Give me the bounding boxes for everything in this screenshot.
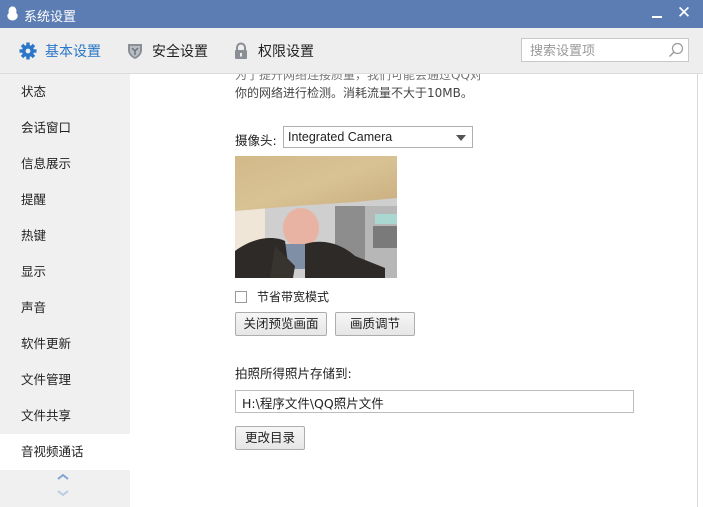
description-line-1: 为了提升网络连接质量，我们可能会通过QQ对 xyxy=(235,74,482,82)
qq-penguin-icon xyxy=(7,6,18,21)
network-test-description: 为了提升网络连接质量，我们可能会通过QQ对 你的网络进行检测。消耗流量不大于10… xyxy=(235,74,482,102)
sidebar-item-display[interactable]: 显示 xyxy=(0,254,130,290)
gear-icon xyxy=(19,42,37,60)
sidebar-item-sound[interactable]: 声音 xyxy=(0,290,130,326)
sidebar-item-status[interactable]: 状态 xyxy=(0,74,130,110)
title-bar: 系统设置 ✕ xyxy=(0,0,703,28)
lock-icon xyxy=(235,42,247,59)
sidebar-scroll-controls xyxy=(56,472,72,498)
settings-sidebar: 状态 会话窗口 信息展示 提醒 热键 显示 声音 软件更新 文件管理 文件共享 … xyxy=(0,74,130,507)
tab-security-settings[interactable]: 安全设置 xyxy=(126,41,208,61)
camera-selected-value: Integrated Camera xyxy=(288,130,393,144)
photo-save-location-label: 拍照所得照片存储到: xyxy=(235,366,352,381)
close-button[interactable]: ✕ xyxy=(674,2,694,24)
camera-select[interactable]: Integrated Camera xyxy=(283,126,473,148)
close-preview-button[interactable]: 关闭预览画面 xyxy=(235,312,327,336)
tab-basic-settings[interactable]: 基本设置 xyxy=(19,41,101,61)
search-icon[interactable] xyxy=(668,42,684,58)
photo-save-path-field[interactable] xyxy=(235,390,634,413)
tab-label: 安全设置 xyxy=(152,44,208,60)
tab-label: 权限设置 xyxy=(258,44,314,60)
photo-save-path-input[interactable] xyxy=(240,392,624,413)
bandwidth-saving-option[interactable]: 节省带宽模式 xyxy=(235,288,329,305)
camera-preview xyxy=(235,156,397,278)
av-call-settings-panel: 为了提升网络连接质量，我们可能会通过QQ对 你的网络进行检测。消耗流量不大于10… xyxy=(130,74,696,507)
description-line-2: 你的网络进行检测。消耗流量不大于10MB。 xyxy=(235,86,473,100)
change-directory-button[interactable]: 更改目录 xyxy=(235,426,305,450)
sidebar-item-software-update[interactable]: 软件更新 xyxy=(0,326,130,362)
shield-icon xyxy=(128,44,142,59)
dropdown-caret-icon xyxy=(456,135,466,141)
settings-search-box[interactable] xyxy=(521,38,689,62)
chevron-up-icon[interactable] xyxy=(56,472,70,482)
sidebar-item-hotkeys[interactable]: 热键 xyxy=(0,218,130,254)
sidebar-item-reminders[interactable]: 提醒 xyxy=(0,182,130,218)
minimize-button[interactable] xyxy=(648,4,666,24)
bandwidth-saving-label: 节省带宽模式 xyxy=(257,290,330,304)
quality-adjust-button[interactable]: 画质调节 xyxy=(335,312,415,336)
tab-permission-settings[interactable]: 权限设置 xyxy=(232,41,314,61)
window-title: 系统设置 xyxy=(24,10,77,25)
sidebar-item-file-sharing[interactable]: 文件共享 xyxy=(0,398,130,434)
settings-search-input[interactable] xyxy=(528,40,672,62)
chevron-down-icon[interactable] xyxy=(56,488,70,498)
close-icon: ✕ xyxy=(676,3,692,23)
settings-tabs-bar: 基本设置 安全设置 权限设置 xyxy=(0,28,703,74)
tab-label: 基本设置 xyxy=(45,44,101,60)
sidebar-item-info-display[interactable]: 信息展示 xyxy=(0,146,130,182)
bandwidth-saving-checkbox[interactable] xyxy=(235,290,247,303)
sidebar-item-av-call[interactable]: 音视频通话 xyxy=(0,434,130,470)
sidebar-item-chat-window[interactable]: 会话窗口 xyxy=(0,110,130,146)
camera-label: 摄像头: xyxy=(235,133,277,148)
content-scrollbar[interactable] xyxy=(697,74,703,507)
sidebar-item-file-management[interactable]: 文件管理 xyxy=(0,362,130,398)
camera-preview-image xyxy=(235,156,397,278)
